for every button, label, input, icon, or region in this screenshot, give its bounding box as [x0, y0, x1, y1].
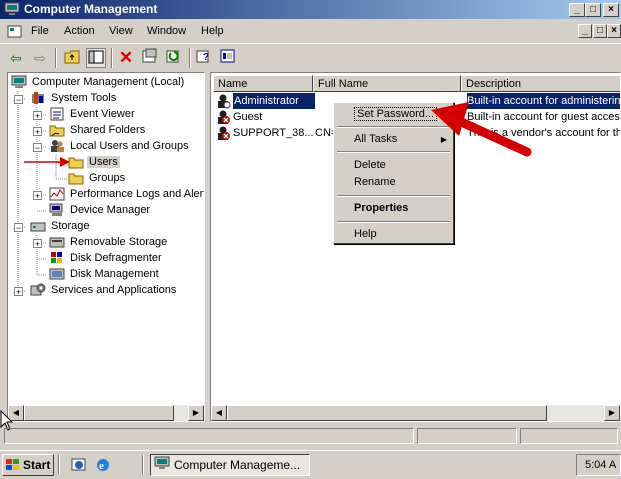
- expand-event-viewer[interactable]: +: [33, 111, 42, 121]
- tree-item-storage[interactable]: Storage: [30, 219, 92, 235]
- event-viewer-icon: [49, 107, 65, 121]
- status-pane-2: [417, 428, 517, 444]
- menu-item-properties[interactable]: Properties: [336, 200, 451, 217]
- list-horizontal-scrollbar[interactable]: ◀ ▶: [211, 405, 620, 421]
- column-header-name[interactable]: Name: [213, 75, 313, 92]
- back-icon[interactable]: ⇦: [6, 48, 26, 68]
- menu-help[interactable]: Help: [201, 25, 224, 37]
- refresh-icon[interactable]: [164, 48, 184, 68]
- tree-item-computer-management[interactable]: Computer Management (Local): [11, 75, 186, 91]
- close-button[interactable]: ×: [603, 3, 619, 17]
- column-header-full-name[interactable]: Full Name: [313, 75, 461, 92]
- title-bar[interactable]: Computer Management _ □ ×: [0, 0, 621, 19]
- red-pointer-arrow-large: [431, 102, 532, 157]
- console-tree-icon[interactable]: [218, 48, 238, 68]
- menu-file[interactable]: File: [31, 25, 49, 37]
- delete-icon[interactable]: ✕: [116, 48, 136, 68]
- collapse-system-tools[interactable]: −: [14, 95, 23, 105]
- scroll-right-button[interactable]: ▶: [604, 405, 620, 421]
- minimize-button[interactable]: _: [569, 3, 585, 17]
- mdi-close-button[interactable]: ×: [607, 24, 621, 38]
- tree-item-local-users-and-groups[interactable]: Local Users and Groups: [49, 139, 191, 155]
- mdi-restore-button[interactable]: □: [593, 24, 607, 38]
- console-tree: Computer Management (Local) − System Too…: [7, 72, 205, 422]
- taskbar: Start e Computer Manageme... 5:04 A: [0, 450, 621, 479]
- device-manager-icon: [49, 203, 65, 217]
- taskbar-button-computer-management[interactable]: Computer Manageme...: [150, 454, 310, 476]
- start-button[interactable]: Start: [2, 454, 54, 476]
- svg-text:?: ?: [203, 52, 209, 63]
- folder-icon: [68, 171, 84, 185]
- tree-item-services-and-applications[interactable]: Services and Applications: [30, 283, 178, 299]
- maximize-button[interactable]: □: [585, 3, 601, 17]
- expand-shared-folders[interactable]: +: [33, 127, 42, 137]
- row-name: SUPPORT_38...: [233, 127, 313, 139]
- tree-horizontal-scrollbar[interactable]: ◀ ▶: [8, 405, 204, 421]
- up-folder-icon[interactable]: [62, 48, 82, 68]
- properties-icon[interactable]: [140, 48, 160, 68]
- scroll-left-button[interactable]: ◀: [211, 405, 227, 421]
- row-name: Administrator: [233, 93, 315, 109]
- collapse-local-users-groups[interactable]: −: [33, 143, 42, 153]
- status-pane-main: [4, 428, 414, 444]
- removable-storage-icon: [49, 235, 65, 249]
- scroll-thumb[interactable]: [227, 405, 547, 421]
- red-pointer-arrow-small: [24, 157, 70, 167]
- scroll-thumb[interactable]: [24, 405, 174, 421]
- system-tools-icon: [30, 91, 46, 105]
- tree-item-groups[interactable]: Groups: [68, 171, 127, 187]
- defragmenter-icon: [49, 251, 65, 265]
- toolbar: ⇦ ⇨ ✕ ?: [0, 43, 621, 72]
- computer-management-icon: [4, 2, 20, 16]
- menu-bar: File Action View Window Help _ □ ×: [0, 22, 621, 41]
- expand-services-applications[interactable]: +: [14, 287, 23, 297]
- mdi-minimize-button[interactable]: _: [578, 24, 592, 38]
- internet-explorer-icon[interactable]: e: [94, 456, 112, 474]
- tree-item-system-tools[interactable]: System Tools: [30, 91, 118, 107]
- row-name: Guest: [233, 111, 263, 123]
- column-header-description[interactable]: Description: [461, 75, 620, 92]
- storage-icon: [30, 219, 46, 233]
- tree-item-shared-folders[interactable]: Shared Folders: [49, 123, 147, 139]
- mmc-doc-icon[interactable]: [7, 25, 23, 39]
- menu-view[interactable]: View: [109, 25, 133, 37]
- computer-icon: [11, 75, 27, 89]
- tree-item-disk-defragmenter[interactable]: Disk Defragmenter: [49, 251, 164, 267]
- users-group-icon: [49, 139, 65, 153]
- status-pane-3: [520, 428, 618, 444]
- window-title: Computer Management: [24, 2, 158, 16]
- show-hide-tree-icon[interactable]: [86, 48, 106, 68]
- tree-item-event-viewer[interactable]: Event Viewer: [49, 107, 137, 123]
- expand-removable-storage[interactable]: +: [33, 239, 42, 249]
- services-icon: [30, 283, 46, 297]
- menu-window[interactable]: Window: [147, 25, 186, 37]
- scroll-right-button[interactable]: ▶: [188, 405, 204, 421]
- tree-item-disk-management[interactable]: Disk Management: [49, 267, 161, 283]
- system-clock[interactable]: 5:04 A: [576, 454, 621, 476]
- show-desktop-icon[interactable]: [70, 456, 88, 474]
- tree-item-users[interactable]: Users: [68, 155, 120, 171]
- help-icon[interactable]: ?: [194, 48, 214, 68]
- windows-logo-icon: [5, 458, 23, 474]
- status-bar: [0, 426, 621, 446]
- disabled-user-icon: [215, 125, 233, 146]
- tree-item-performance-logs[interactable]: Performance Logs and Alerts: [49, 187, 204, 203]
- performance-icon: [49, 187, 65, 201]
- menu-item-rename[interactable]: Rename: [336, 174, 451, 191]
- svg-text:e: e: [99, 460, 104, 472]
- disk-management-icon: [49, 267, 65, 281]
- menu-action[interactable]: Action: [64, 25, 95, 37]
- tree-item-device-manager[interactable]: Device Manager: [49, 203, 152, 219]
- collapse-storage[interactable]: −: [14, 223, 23, 233]
- shared-folder-icon: [49, 123, 65, 137]
- tree-item-removable-storage[interactable]: Removable Storage: [49, 235, 169, 251]
- computer-management-icon: [154, 456, 174, 475]
- expand-performance-logs[interactable]: +: [33, 191, 42, 201]
- forward-icon[interactable]: ⇨: [30, 48, 50, 68]
- menu-item-help[interactable]: Help: [336, 226, 451, 243]
